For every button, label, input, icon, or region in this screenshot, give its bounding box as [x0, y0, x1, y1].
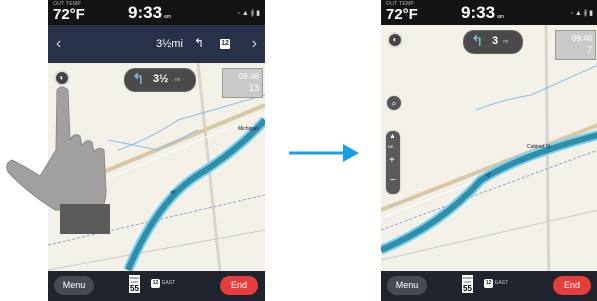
compass-icon[interactable]: ◐	[387, 32, 403, 48]
turn-distance-unit: mi	[175, 77, 181, 83]
zoom-in-button[interactable]: +	[389, 155, 395, 166]
bottom-bar: Menu SPEED LIMIT 55 12 EAST End	[48, 271, 265, 301]
clock-suffix: am	[164, 14, 171, 20]
turn-distance: 3	[492, 35, 499, 47]
status-bar: OUT TEMP 72°F 9:33 am ◦ ▲ ∦ ▮	[381, 0, 597, 25]
eta-time: 09:46	[238, 72, 259, 81]
north-up-icon[interactable]: ▲	[389, 133, 396, 140]
search-icon[interactable]: ⌕	[386, 95, 402, 111]
heading-label: NE	[388, 144, 394, 149]
route-direction: EAST	[162, 280, 176, 286]
status-icons: ◦ ▲ ∦ ▮	[570, 10, 593, 17]
remaining-distance: 7	[586, 45, 592, 55]
speed-limit-sign: SPEED LIMIT 55	[461, 274, 474, 294]
route-shield-icon: 12	[220, 39, 230, 49]
turn-left-icon: ↰	[132, 71, 145, 88]
turn-distance: 3½	[153, 73, 169, 85]
turn-left-icon: ↰	[194, 36, 205, 50]
zoom-out-button[interactable]: −	[390, 175, 396, 186]
status-bar: OUT TEMP 72°F 9:33 am ◦ ▲ ∦ ▮	[48, 0, 265, 25]
menu-button[interactable]: Menu	[387, 276, 427, 295]
eta-panel: 09:46 7	[555, 30, 596, 60]
clock: 9:33 am	[461, 4, 504, 26]
speed-limit-sign: SPEED LIMIT 55	[128, 274, 141, 294]
turn-instruction-pill: ↰ 3 mi	[463, 30, 523, 54]
eta-time: 09:46	[571, 34, 592, 43]
clock-time: 9:33	[461, 3, 496, 22]
speed-limit-value: 55	[463, 284, 472, 293]
transition-arrow-icon	[289, 144, 359, 162]
prev-instruction-button[interactable]: ‹	[56, 35, 61, 53]
route-shield-icon: 12	[151, 279, 160, 288]
remaining-distance: 13	[248, 83, 259, 93]
turn-left-icon: ↰	[471, 33, 484, 50]
clock-suffix: am	[497, 14, 504, 20]
outside-temp: 72°F	[386, 6, 418, 23]
road-label: Michigan	[238, 126, 259, 132]
bottom-bar: Menu SPEED LIMIT 55 12 EAST End	[381, 271, 597, 301]
clock: 9:33 am	[128, 4, 171, 26]
speed-limit-value: 55	[130, 284, 139, 293]
route-direction: EAST	[495, 280, 509, 286]
outside-temp: 72°F	[53, 6, 85, 23]
tap-hand-icon	[6, 86, 110, 234]
zoom-control[interactable]: ▲ NE + −	[385, 130, 401, 195]
turn-instruction-pill: ↰ 3½ mi	[124, 68, 196, 92]
nav-header: ‹ 3½mi ↰ 12 ›	[48, 25, 265, 71]
menu-button[interactable]: Menu	[54, 276, 94, 295]
road-label: Cabinet St	[527, 144, 551, 150]
page-indicator	[145, 58, 169, 71]
turn-distance-unit: mi	[503, 39, 509, 45]
route-shield-icon: 12	[484, 279, 493, 288]
status-icons: ◦ ▲ ∦ ▮	[237, 10, 260, 17]
speed-limit-label: SPEED LIMIT	[129, 276, 140, 284]
clock-time: 9:33	[128, 3, 163, 22]
next-turn-distance: 3½mi	[156, 38, 183, 50]
end-button[interactable]: End	[553, 276, 591, 295]
end-button[interactable]: End	[220, 276, 258, 295]
eta-panel: 09:46 13	[222, 68, 263, 98]
right-screen: OUT TEMP 72°F 9:33 am ◦ ▲ ∦ ▮ ◐ ↰ 3 mi 09…	[381, 0, 597, 301]
speed-limit-label: SPEED LIMIT	[462, 276, 473, 284]
next-instruction-button[interactable]: ›	[252, 35, 257, 53]
